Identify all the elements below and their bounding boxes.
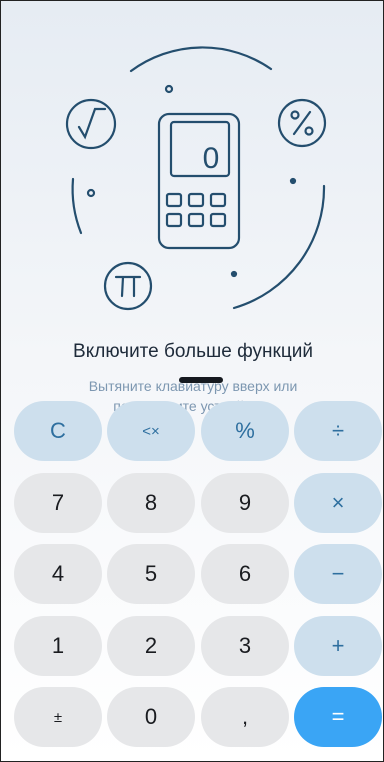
digit-7-button[interactable]: 7 xyxy=(14,473,102,533)
digit-0-button[interactable]: 0 xyxy=(107,687,195,747)
sqrt-icon xyxy=(65,98,117,150)
digit-6-button[interactable]: 6 xyxy=(201,544,289,604)
decor-dot xyxy=(230,270,238,278)
keypad: C <× % ÷ 7 8 9 × 4 5 6 − 1 2 3 + ± 0 , = xyxy=(11,401,382,751)
digit-1-button[interactable]: 1 xyxy=(14,616,102,676)
clear-button[interactable]: C xyxy=(14,401,102,461)
pi-icon xyxy=(103,261,153,311)
digit-5-button[interactable]: 5 xyxy=(107,544,195,604)
digit-3-button[interactable]: 3 xyxy=(201,616,289,676)
decor-arc-right xyxy=(232,184,326,310)
decor-dot xyxy=(289,177,297,185)
decor-arc-left xyxy=(71,177,83,235)
percent-button[interactable]: % xyxy=(201,401,289,461)
minus-button[interactable]: − xyxy=(294,544,382,604)
keypad-drag-handle[interactable] xyxy=(179,377,223,383)
digit-8-button[interactable]: 8 xyxy=(107,473,195,533)
digit-9-button[interactable]: 9 xyxy=(201,473,289,533)
plus-button[interactable]: + xyxy=(294,616,382,676)
decor-dot xyxy=(164,84,174,94)
decor-arc-top xyxy=(129,46,273,73)
calculator-icon xyxy=(157,112,241,250)
divide-button[interactable]: ÷ xyxy=(294,401,382,461)
calculator-display-digit: 0 xyxy=(203,142,220,175)
decor-dot xyxy=(86,188,96,198)
backspace-button[interactable]: <× xyxy=(107,401,195,461)
equals-button[interactable]: = xyxy=(294,687,382,747)
more-functions-illustration: 0 xyxy=(65,46,327,311)
digit-2-button[interactable]: 2 xyxy=(107,616,195,676)
sign-toggle-button[interactable]: ± xyxy=(14,687,102,747)
calculator-screen: 0 Включите больше функций Вытяните клави… xyxy=(0,0,384,762)
multiply-button[interactable]: × xyxy=(294,473,382,533)
decimal-comma-button[interactable]: , xyxy=(201,687,289,747)
digit-4-button[interactable]: 4 xyxy=(14,544,102,604)
percent-icon xyxy=(277,98,327,148)
promo-title: Включите больше функций xyxy=(73,341,313,362)
